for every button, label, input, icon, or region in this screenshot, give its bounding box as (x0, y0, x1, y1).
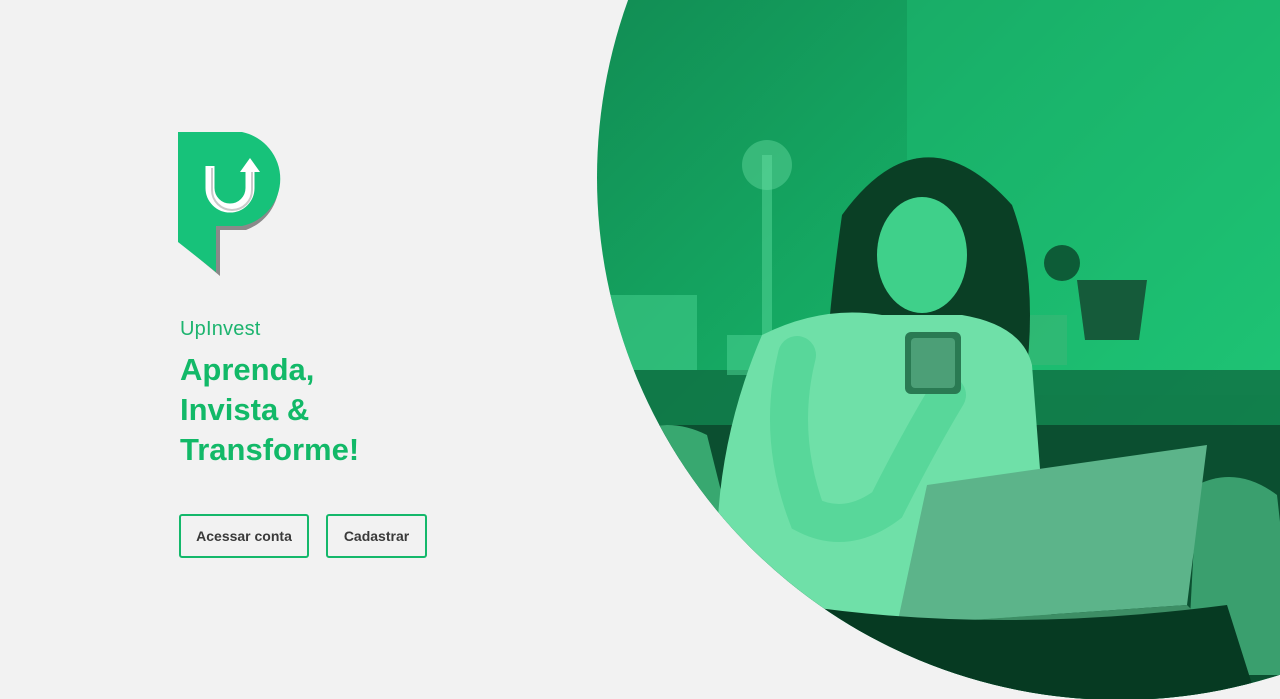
login-button[interactable]: Acessar conta (179, 514, 309, 558)
brand-name: UpInvest (180, 318, 261, 340)
upinvest-logo-icon (178, 130, 298, 280)
signup-button[interactable]: Cadastrar (326, 514, 427, 558)
headline: Aprenda, Invista & Transforme! (180, 350, 540, 470)
headline-line-1: Aprenda, (180, 352, 315, 387)
landing-page: UpInvest Aprenda, Invista & Transforme! … (0, 0, 1280, 699)
headline-line-2: Invista & (180, 392, 310, 427)
woman-with-phone-and-laptop-image (597, 0, 1280, 699)
hero-image (597, 0, 1280, 699)
headline-line-3: Transforme! (180, 432, 360, 467)
